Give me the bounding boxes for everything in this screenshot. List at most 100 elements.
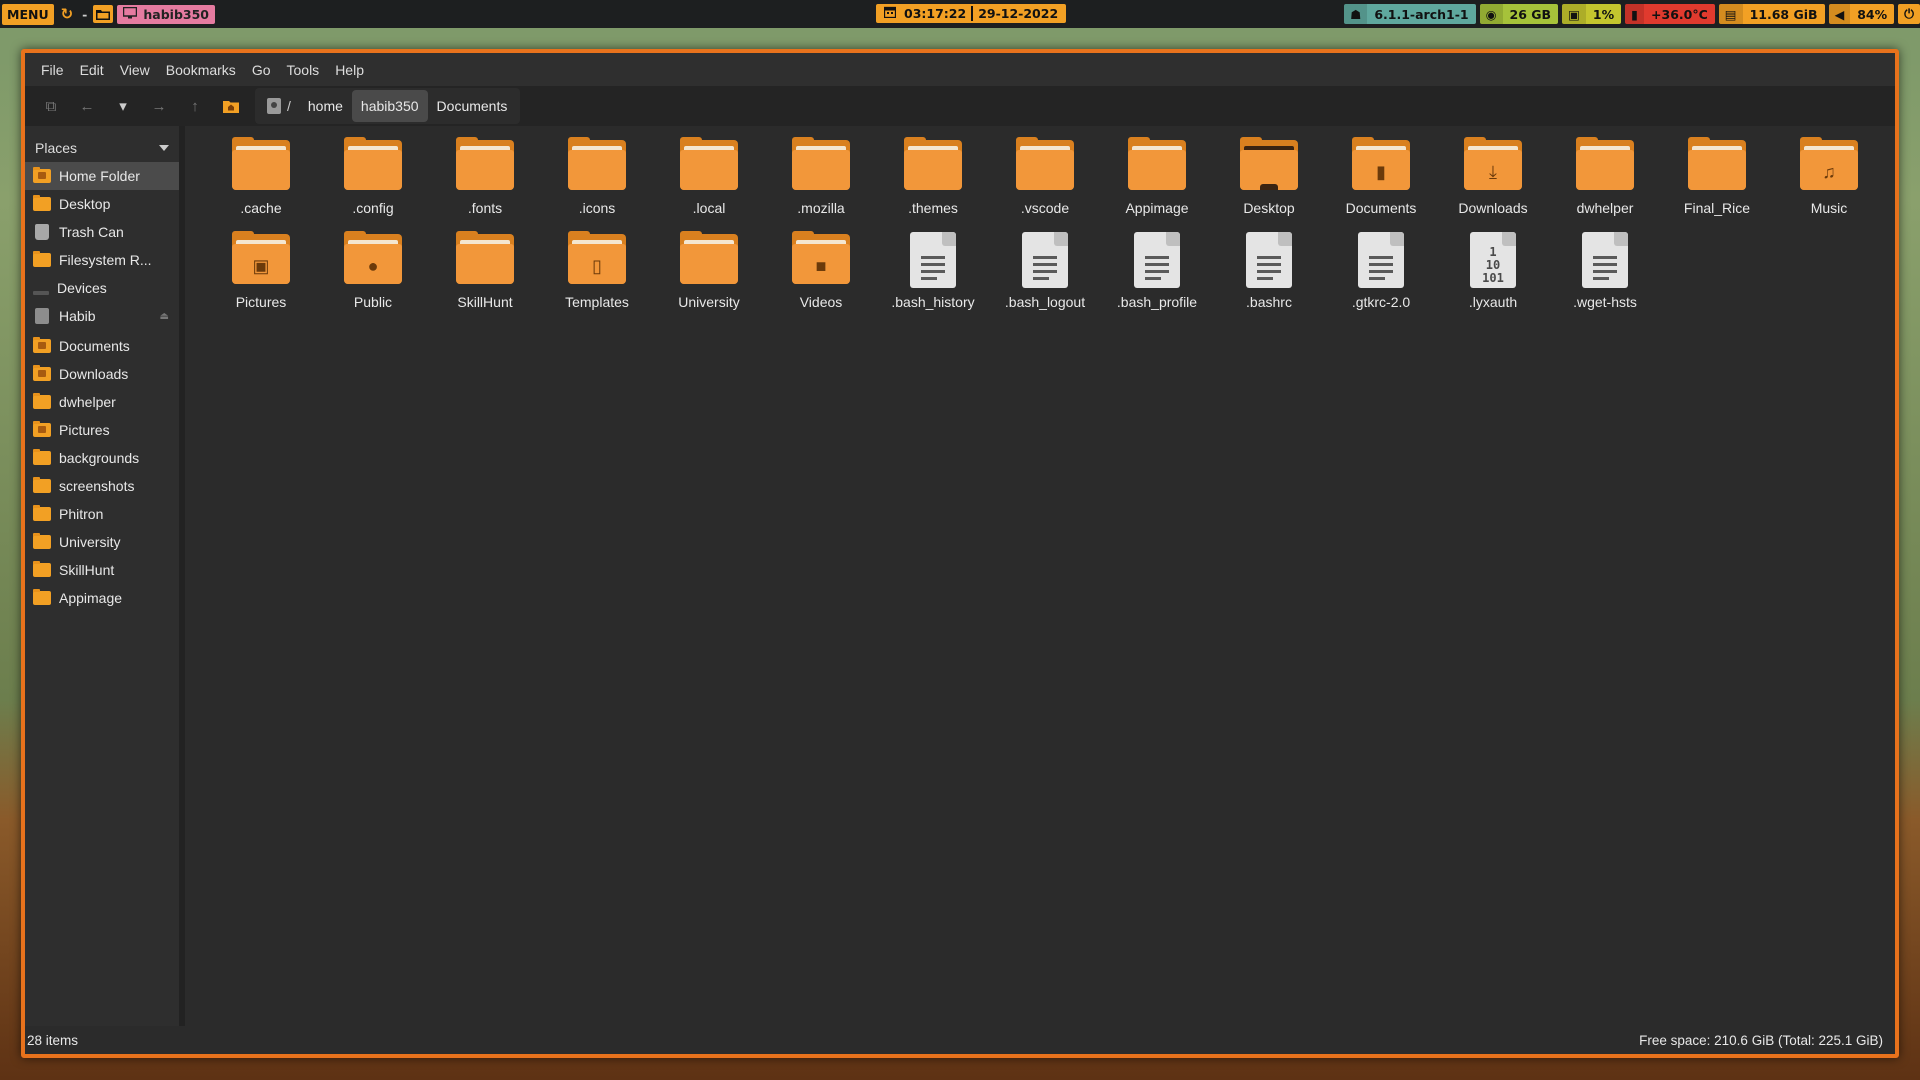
file-item[interactable]: .cache xyxy=(205,137,317,232)
file-item[interactable]: ● Public xyxy=(317,231,429,326)
back-icon[interactable]: ← xyxy=(69,91,105,121)
file-item[interactable]: .config xyxy=(317,137,429,232)
file-item[interactable]: .bash_logout xyxy=(989,232,1101,326)
drive-icon xyxy=(35,308,49,324)
menu-file[interactable]: File xyxy=(33,62,72,78)
crumb-documents[interactable]: Documents xyxy=(428,90,517,122)
sidebar-item-screenshots[interactable]: screenshots xyxy=(25,472,179,500)
forward-icon[interactable]: → xyxy=(141,91,177,121)
disk-module[interactable]: ◉ 26 GB xyxy=(1479,4,1559,24)
volume-module[interactable]: ◀ 84% xyxy=(1828,4,1895,24)
up-icon[interactable]: ↑ xyxy=(177,91,213,121)
file-item[interactable]: ⤓ Downloads xyxy=(1437,137,1549,232)
file-item[interactable]: ▮ Documents xyxy=(1325,137,1437,232)
temperature-module[interactable]: ▮ +36.0°C xyxy=(1625,4,1715,24)
file-item[interactable]: .gtkrc-2.0 xyxy=(1325,232,1437,326)
file-item[interactable]: Appimage xyxy=(1101,137,1213,232)
folder-icon xyxy=(33,589,51,605)
file-manager-icon[interactable] xyxy=(93,5,114,23)
menubar: File Edit View Bookmarks Go Tools Help xyxy=(25,53,1895,86)
file-item[interactable]: ▯ Templates xyxy=(541,231,653,326)
file-item[interactable]: .fonts xyxy=(429,137,541,232)
sidebar-item-label: Phitron xyxy=(59,506,104,522)
folder-icon: ♫ xyxy=(1800,137,1858,196)
folder-face xyxy=(1576,154,1634,190)
menu-button[interactable]: MENU xyxy=(2,3,54,25)
cpu-module[interactable]: ▣ 1% xyxy=(1562,4,1622,24)
menu-bookmarks[interactable]: Bookmarks xyxy=(158,62,244,78)
file-item[interactable]: dwhelper xyxy=(1549,137,1661,232)
sidebar-item-trash-can[interactable]: Trash Can xyxy=(25,218,179,246)
sidebar-item-documents[interactable]: Documents xyxy=(25,332,179,360)
folder-face xyxy=(232,154,290,190)
menu-tools[interactable]: Tools xyxy=(279,62,328,78)
sidebar-item-devices[interactable]: Devices xyxy=(25,274,179,302)
file-name: .bash_history xyxy=(891,294,975,310)
sidebar-item-skillhunt[interactable]: SkillHunt xyxy=(25,556,179,584)
downloads-folder-icon-emblem xyxy=(38,370,46,377)
status-modules: ☗ 6.1.1-arch1-1 ◉ 26 GB ▣ 1% ▮ +36.0°C ▤ 11.68 Gi… xyxy=(1344,0,1920,28)
sidebar-item-downloads[interactable]: Downloads xyxy=(25,360,179,388)
file-item[interactable]: SkillHunt xyxy=(429,231,541,326)
sidebar-item-pictures[interactable]: Pictures xyxy=(25,416,179,444)
new-tab-icon[interactable]: ⧉ xyxy=(33,91,69,121)
home-icon[interactable] xyxy=(213,91,249,121)
crumb-home[interactable]: home xyxy=(299,90,352,122)
file-item[interactable]: ■ Videos xyxy=(765,231,877,326)
file-item[interactable]: 1 10 101 .lyxauth xyxy=(1437,232,1549,326)
folder-face xyxy=(1016,154,1074,190)
clock[interactable]: 03:17:22 29-12-2022 xyxy=(876,4,1067,23)
sidebar-item-filesystem-r[interactable]: Filesystem R... xyxy=(25,246,179,274)
folder-icon xyxy=(344,137,402,196)
file-item[interactable]: ♫ Music xyxy=(1773,137,1885,232)
file-name: .wget-hsts xyxy=(1573,294,1637,310)
sidebar-item-university[interactable]: University xyxy=(25,528,179,556)
file-item[interactable]: .mozilla xyxy=(765,137,877,232)
file-item[interactable]: University xyxy=(653,231,765,326)
menu-view[interactable]: View xyxy=(112,62,158,78)
sidebar-item-appimage[interactable]: Appimage xyxy=(25,584,179,612)
folder-face xyxy=(1128,154,1186,190)
file-item[interactable]: .bash_profile xyxy=(1101,232,1213,326)
sidebar-item-backgrounds[interactable]: backgrounds xyxy=(25,444,179,472)
tux-icon: ☗ xyxy=(1344,4,1368,24)
file-name: Appimage xyxy=(1125,200,1189,216)
file-item[interactable]: Desktop xyxy=(1213,137,1325,232)
sidebar-item-habib[interactable]: Habib ⏏ xyxy=(25,302,179,330)
disk-value: 26 GB xyxy=(1509,6,1552,22)
history-dropdown-icon[interactable]: ▾ xyxy=(105,91,141,121)
eject-icon[interactable]: ⏏ xyxy=(160,311,169,322)
file-item[interactable]: .vscode xyxy=(989,137,1101,232)
memory-module[interactable]: ▤ 11.68 GiB xyxy=(1718,4,1825,24)
file-item[interactable]: .themes xyxy=(877,137,989,232)
kernel-module[interactable]: ☗ 6.1.1-arch1-1 xyxy=(1344,4,1476,24)
cpu-icon: ▣ xyxy=(1562,4,1586,24)
sidebar-item-desktop[interactable]: Desktop xyxy=(25,190,179,218)
statusbar: 28 items Free space: 210.6 GiB (Total: 2… xyxy=(25,1026,1895,1054)
file-item[interactable]: .bash_history xyxy=(877,232,989,326)
places-header[interactable]: Places xyxy=(25,134,179,162)
crumb-habib350[interactable]: habib350 xyxy=(351,90,428,122)
menu-edit[interactable]: Edit xyxy=(72,62,112,78)
menu-help[interactable]: Help xyxy=(327,62,372,78)
sidebar-item-home-folder[interactable]: Home Folder xyxy=(25,162,179,190)
chevron-down-icon[interactable] xyxy=(159,145,169,151)
file-item[interactable]: .icons xyxy=(541,137,653,232)
file-item[interactable]: .bashrc xyxy=(1213,232,1325,326)
power-icon[interactable]: ⏻ xyxy=(1898,4,1920,24)
file-item[interactable]: .wget-hsts xyxy=(1549,232,1661,326)
menu-go[interactable]: Go xyxy=(244,62,279,78)
file-item[interactable]: Final_Rice xyxy=(1661,137,1773,232)
file-item[interactable]: .local xyxy=(653,137,765,232)
folder-shape xyxy=(1128,137,1186,190)
folder-icon xyxy=(1128,137,1186,196)
file-view[interactable]: .cache .config .fonts .icons .local .mozilla.… xyxy=(179,126,1895,1026)
sidebar-item-label: Devices xyxy=(57,280,107,296)
sidebar-item-phitron[interactable]: Phitron xyxy=(25,500,179,528)
crumb-root[interactable]: / xyxy=(259,98,299,114)
refresh-icon[interactable]: ↻ xyxy=(58,5,77,23)
active-window-task[interactable]: habib350 xyxy=(117,4,215,24)
file-item[interactable]: ▣ Pictures xyxy=(205,231,317,326)
file-name: .bashrc xyxy=(1246,294,1292,310)
sidebar-item-dwhelper[interactable]: dwhelper xyxy=(25,388,179,416)
